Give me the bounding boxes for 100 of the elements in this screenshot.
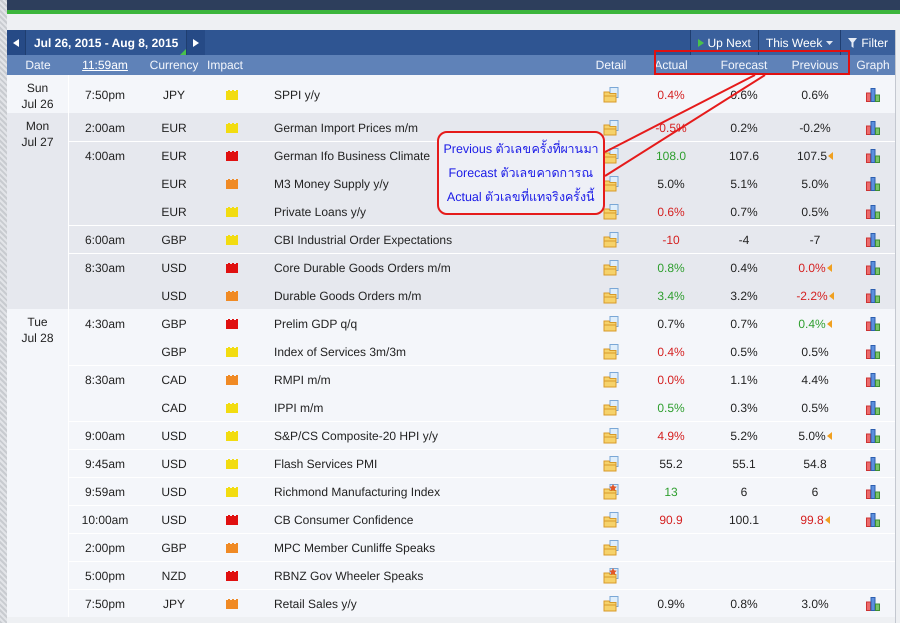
event-time: 10:00am <box>82 512 128 526</box>
actual-value: 0.8% <box>657 260 685 274</box>
starred-folder-icon[interactable] <box>602 568 620 584</box>
event-title[interactable]: German Import Prices m/m <box>267 120 418 134</box>
currency-code: USD <box>161 288 187 302</box>
left-arrow-icon <box>13 38 19 46</box>
currency-code: GBP <box>161 232 187 246</box>
corner-mark-icon <box>180 49 186 55</box>
event-title[interactable]: RBNZ Gov Wheeler Speaks <box>267 568 424 582</box>
currency-code: JPY <box>162 88 185 102</box>
forecast-value: 100.1 <box>728 512 760 526</box>
currency-code: USD <box>161 456 187 470</box>
bar-chart-icon[interactable] <box>866 400 880 414</box>
actual-value: 55.2 <box>659 456 683 470</box>
previous-value: 3.0% <box>801 596 829 610</box>
previous-value: 0.4% <box>798 316 826 330</box>
event-time: 8:30am <box>84 372 126 386</box>
event-title[interactable]: Prelim GDP q/q <box>267 316 358 330</box>
column-header: Actual <box>654 58 688 72</box>
current-time-link[interactable]: 11:59am <box>82 58 128 72</box>
bar-chart-icon[interactable] <box>866 428 880 442</box>
forecast-value: 3.2% <box>730 288 758 302</box>
previous-value: 99.8 <box>800 512 824 526</box>
previous-value: 0.0% <box>798 260 826 274</box>
event-title[interactable]: S&P/CS Composite-20 HPI y/y <box>267 428 438 442</box>
forecast-value: 0.4% <box>730 260 758 274</box>
event-title[interactable]: CBI Industrial Order Expectations <box>267 232 452 246</box>
next-week-button[interactable] <box>187 30 206 55</box>
bar-chart-icon[interactable] <box>866 176 880 190</box>
event-title[interactable]: Flash Services PMI <box>267 456 378 470</box>
event-title[interactable]: MPC Member Cunliffe Speaks <box>267 540 436 554</box>
bar-chart-icon[interactable] <box>866 260 880 274</box>
date-range: Jul 26, 2015 - Aug 8, 2015 <box>25 30 188 55</box>
currency-code: EUR <box>161 148 187 162</box>
column-header: Date <box>25 58 51 72</box>
currency-code: EUR <box>161 176 187 190</box>
event-title[interactable]: CB Consumer Confidence <box>267 512 414 526</box>
event-time: 8:30am <box>84 260 126 274</box>
up-next-button[interactable]: Up Next <box>690 30 758 55</box>
event-time: 6:00am <box>84 232 126 246</box>
currency-code: GBP <box>161 316 187 330</box>
event-title[interactable]: Durable Goods Orders m/m <box>267 288 422 302</box>
event-title[interactable]: Index of Services 3m/3m <box>267 344 406 358</box>
event-title[interactable]: Core Durable Goods Orders m/m <box>267 260 451 274</box>
forecast-value: 6 <box>740 484 748 498</box>
bar-chart-icon[interactable] <box>866 344 880 358</box>
forecast-value: -4 <box>738 232 750 246</box>
actual-value: 5.0% <box>657 176 685 190</box>
event-title[interactable]: M3 Money Supply y/y <box>267 176 389 190</box>
forecast-value: 0.5% <box>730 344 758 358</box>
bar-chart-icon[interactable] <box>866 232 880 246</box>
previous-week-button[interactable] <box>7 30 25 55</box>
filter-button[interactable]: Filter <box>840 30 895 55</box>
actual-value: 13 <box>664 484 678 498</box>
currency-code: USD <box>161 260 187 274</box>
folder-icon[interactable] <box>602 204 620 220</box>
event-title[interactable]: IPPI m/m <box>267 400 324 414</box>
event-title[interactable]: SPPI y/y <box>267 88 320 102</box>
event-title[interactable]: German Ifo Business Climate <box>267 148 430 162</box>
actual-value: 0.9% <box>657 596 685 610</box>
bar-chart-icon[interactable] <box>866 148 880 162</box>
bar-chart-icon[interactable] <box>866 456 880 470</box>
currency-code: GBP <box>161 344 187 358</box>
currency-code: EUR <box>161 120 187 134</box>
annotation-text: Forecast ตัวเลขคาดการณ <box>448 165 594 182</box>
actual-value: 3.4% <box>657 288 685 302</box>
play-icon <box>698 38 704 46</box>
bar-chart-icon[interactable] <box>866 372 880 386</box>
bar-chart-icon[interactable] <box>866 204 880 218</box>
previous-value: -0.2% <box>799 120 831 134</box>
actual-value: 90.9 <box>659 512 683 526</box>
forecast-value: 0.3% <box>730 400 758 414</box>
bar-chart-icon[interactable] <box>866 288 880 302</box>
currency-code: NZD <box>162 568 186 582</box>
currency-code: USD <box>161 512 187 526</box>
event-time: 4:30am <box>84 316 126 330</box>
forecast-value: 0.8% <box>730 596 758 610</box>
actual-value: 0.4% <box>657 344 685 358</box>
forecast-value: 55.1 <box>732 456 756 470</box>
bar-chart-icon[interactable] <box>866 316 880 330</box>
actual-value: 4.9% <box>657 428 685 442</box>
event-title[interactable]: Retail Sales y/y <box>267 596 357 610</box>
bar-chart-icon[interactable] <box>866 484 880 498</box>
event-title[interactable]: Richmond Manufacturing Index <box>267 484 440 498</box>
column-header: Forecast <box>720 58 768 72</box>
actual-value: 0.7% <box>657 316 685 330</box>
actual-value: 0.5% <box>657 400 685 414</box>
starred-folder-icon[interactable] <box>602 484 620 500</box>
forecast-value: 1.1% <box>730 372 758 386</box>
bar-chart-icon[interactable] <box>866 88 880 102</box>
bar-chart-icon[interactable] <box>866 120 880 134</box>
event-title[interactable]: RMPI m/m <box>267 372 331 386</box>
bar-chart-icon[interactable] <box>866 512 880 526</box>
period-dropdown[interactable]: This Week <box>758 30 840 55</box>
bar-chart-icon[interactable] <box>866 596 880 610</box>
forecast-value: 0.7% <box>730 316 758 330</box>
event-title[interactable]: Private Loans y/y <box>267 204 366 218</box>
actual-value: 0.6% <box>657 204 685 218</box>
currency-code: JPY <box>162 596 185 610</box>
event-time: 9:59am <box>84 484 126 498</box>
